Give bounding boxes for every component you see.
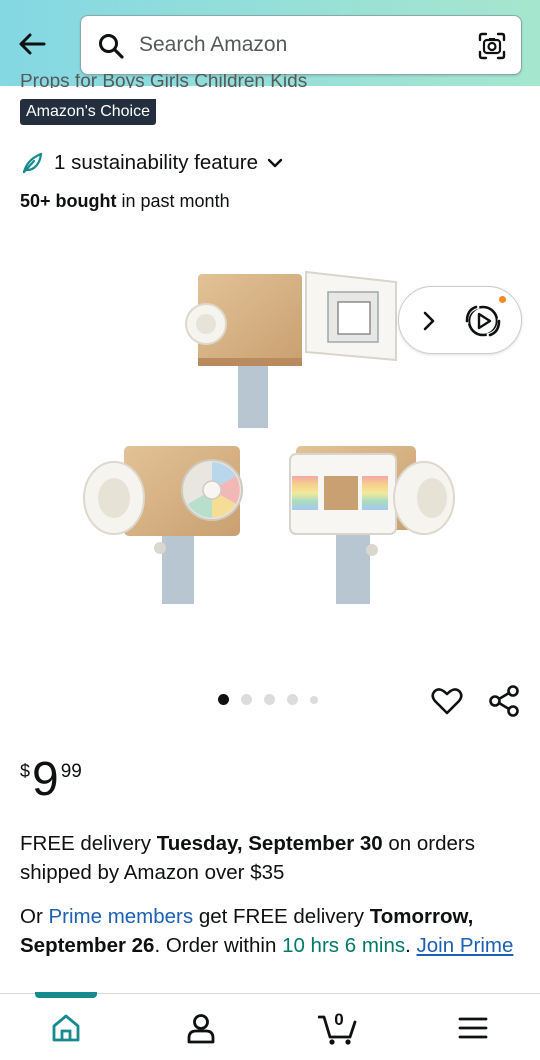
- delivery-date: Tuesday, September 30: [156, 832, 383, 855]
- prime-delivery-info: Or Prime members get FREE delivery Tomor…: [20, 903, 530, 960]
- prime-members-link[interactable]: Prime members: [48, 905, 193, 928]
- cart-button[interactable]: 0: [317, 1010, 358, 1046]
- share-icon[interactable]: [486, 683, 522, 719]
- bought-count-bold: 50+ bought: [20, 191, 117, 211]
- cart-count: 0: [334, 1010, 344, 1029]
- amazons-choice-badge[interactable]: Amazon's Choice: [20, 99, 156, 125]
- sustainability-label: 1 sustainability feature: [54, 151, 258, 174]
- bottom-navigation: 0: [0, 992, 540, 1060]
- price-whole: 9: [32, 753, 59, 806]
- carousel-dot[interactable]: [241, 694, 252, 705]
- prime-middle: get FREE delivery: [193, 905, 370, 928]
- search-input[interactable]: Search Amazon: [139, 33, 287, 57]
- heart-icon[interactable]: [430, 684, 464, 718]
- back-button[interactable]: [12, 24, 52, 64]
- order-countdown: 10 hrs 6 mins: [282, 933, 406, 957]
- delivery-info: FREE delivery Tuesday, September 30 on o…: [20, 830, 525, 887]
- price: $ 9 99: [20, 756, 82, 804]
- active-tab-indicator: [35, 992, 97, 998]
- search-bar[interactable]: Search Amazon: [80, 15, 522, 75]
- notification-dot: [499, 296, 506, 303]
- price-currency: $: [20, 761, 31, 781]
- join-prime-link[interactable]: Join Prime: [417, 934, 514, 957]
- price-fraction: 99: [60, 761, 82, 782]
- bought-count: 50+ bought in past month: [20, 191, 230, 212]
- back-arrow-icon: [19, 33, 46, 55]
- search-icon: [99, 34, 124, 59]
- menu-icon[interactable]: [455, 1010, 491, 1046]
- prime-period: .: [405, 933, 417, 957]
- top-header: Search Amazon: [0, 0, 540, 86]
- video-thumbnail-button[interactable]: [398, 286, 522, 354]
- bought-count-rest: in past month: [116, 191, 230, 211]
- carousel-dot[interactable]: [310, 695, 318, 704]
- carousel-dot[interactable]: [264, 694, 275, 705]
- camera-lens-icon[interactable]: [477, 31, 507, 61]
- order-within-label: . Order within: [154, 933, 283, 957]
- carousel-dot[interactable]: [287, 694, 298, 705]
- image-carousel-dots[interactable]: [218, 694, 318, 705]
- chevron-right-icon: [423, 311, 435, 331]
- prime-prefix: Or: [20, 905, 49, 928]
- delivery-prefix: FREE delivery: [20, 832, 157, 855]
- sustainability-features[interactable]: 1 sustainability feature: [20, 148, 286, 178]
- chevron-down-icon: [267, 158, 283, 168]
- leaf-icon: [22, 152, 43, 174]
- account-icon[interactable]: [183, 1010, 219, 1046]
- carousel-dot[interactable]: [218, 694, 229, 705]
- home-icon[interactable]: [48, 1010, 84, 1046]
- play-video-icon: [463, 303, 503, 339]
